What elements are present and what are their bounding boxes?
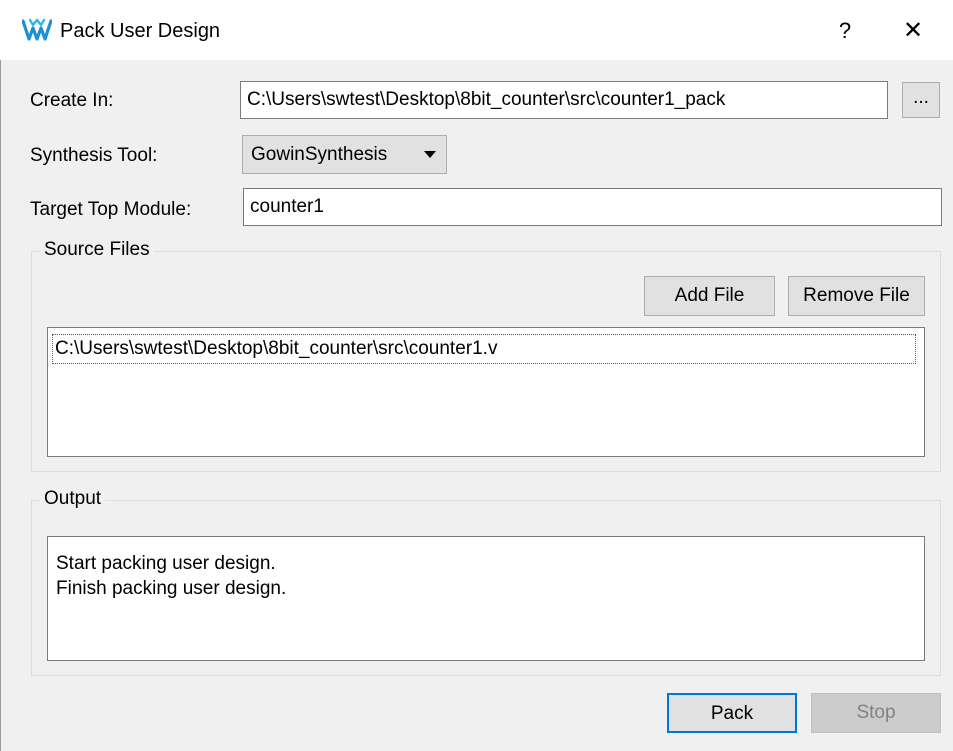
remove-file-button[interactable]: Remove File [788, 276, 925, 316]
output-log[interactable]: Start packing user design. Finish packin… [47, 536, 925, 661]
synthesis-tool-label: Synthesis Tool: [30, 145, 158, 166]
add-file-button[interactable]: Add File [644, 276, 775, 316]
target-top-module-label: Target Top Module: [30, 199, 192, 220]
output-title: Output [40, 488, 106, 510]
stop-button[interactable]: Stop [811, 693, 941, 733]
list-item[interactable]: C:\Users\swtest\Desktop\8bit_counter\src… [52, 334, 916, 364]
synthesis-tool-select[interactable]: GowinSynthesis [242, 135, 447, 174]
synthesis-tool-value: GowinSynthesis [251, 144, 388, 165]
target-top-module-field[interactable]: counter1 [243, 188, 942, 226]
browse-button[interactable]: ... [902, 82, 940, 118]
help-button[interactable]: ? [820, 12, 870, 50]
pack-button[interactable]: Pack [667, 693, 797, 733]
window-title: Pack User Design [60, 20, 221, 42]
output-line: Finish packing user design. [56, 578, 287, 599]
source-files-list[interactable]: C:\Users\swtest\Desktop\8bit_counter\src… [47, 327, 925, 457]
create-in-field[interactable]: C:\Users\swtest\Desktop\8bit_counter\src… [240, 81, 888, 119]
close-button[interactable]: ✕ [888, 12, 938, 50]
output-line: Start packing user design. [56, 553, 276, 574]
create-in-label: Create In: [30, 90, 114, 111]
chevron-down-icon [424, 151, 436, 158]
window-border [0, 60, 1, 751]
title-bar: Pack User Design ? ✕ [0, 0, 953, 60]
source-files-title: Source Files [40, 239, 154, 261]
gowin-logo-icon [22, 18, 52, 41]
